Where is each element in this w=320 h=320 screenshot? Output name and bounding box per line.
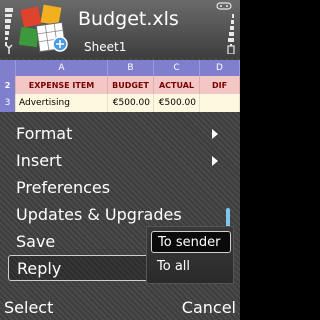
menu-item-label: Updates & Upgrades [16, 204, 182, 224]
table-cell[interactable]: EXPENSE ITEM [16, 76, 108, 94]
cancel-softkey[interactable]: Cancel [182, 298, 236, 317]
table-cell[interactable]: Advertising [16, 94, 108, 112]
menu-item-label: Preferences [16, 177, 111, 197]
column-header[interactable]: C [154, 60, 200, 76]
table-row: 2 EXPENSE ITEM BUDGET ACTUAL DIF [0, 76, 240, 94]
reply-submenu: To sender To all [146, 226, 234, 284]
title-bar: Budget.xls Sheet1 [0, 0, 240, 58]
column-header-row: A B C D [0, 60, 240, 76]
softkey-bar: Select Cancel [0, 296, 240, 320]
menu-item-label: Format [16, 123, 73, 143]
column-header[interactable]: D [200, 60, 240, 76]
battery-icon [227, 44, 235, 54]
signal-strength-icon [5, 8, 13, 47]
chevron-right-icon [212, 156, 218, 166]
battery-level-icon [226, 14, 234, 42]
submenu-item-to-sender[interactable]: To sender [151, 231, 231, 253]
table-cell[interactable]: BUDGET [108, 76, 154, 94]
table-cell[interactable] [200, 94, 240, 112]
menu-item-label: Reply [17, 258, 62, 278]
window-title: Budget.xls [78, 8, 179, 30]
menu-item-label: Insert [16, 150, 62, 170]
menu-item-insert[interactable]: Insert [8, 147, 228, 173]
menu-scrollbar[interactable] [226, 208, 230, 228]
submenu-item-to-all[interactable]: To all [151, 255, 231, 277]
menu-item-updates-upgrades[interactable]: Updates & Upgrades [8, 201, 228, 227]
table-cell[interactable]: ACTUAL [154, 76, 200, 94]
table-row: 3 Advertising €500.00 €500.00 [0, 94, 240, 112]
table-cell[interactable]: €500.00 [154, 94, 200, 112]
phone-screen: Budget.xls Sheet1 A B C D 2 EXPENSE ITEM… [0, 0, 240, 320]
table-cell[interactable]: DIF [200, 76, 240, 94]
column-header[interactable]: A [16, 60, 108, 76]
keypad-icon [216, 2, 232, 10]
menu-item-reply[interactable]: Reply [8, 255, 154, 281]
chevron-right-icon [212, 129, 218, 139]
column-header[interactable]: B [108, 60, 154, 76]
window-subtitle: Sheet1 [84, 40, 127, 54]
spreadsheet-grid[interactable]: A B C D 2 EXPENSE ITEM BUDGET ACTUAL DIF… [0, 60, 240, 112]
corner-cell [0, 60, 16, 76]
row-number[interactable]: 3 [0, 94, 16, 112]
table-cell[interactable]: €500.00 [108, 94, 154, 112]
row-number[interactable]: 2 [0, 76, 16, 94]
menu-item-preferences[interactable]: Preferences [8, 174, 228, 200]
select-softkey[interactable]: Select [4, 298, 53, 317]
menu-item-format[interactable]: Format [8, 120, 228, 146]
menu-item-label: Save [16, 231, 56, 251]
antenna-icon [5, 44, 13, 54]
spreadsheet-app-icon [18, 4, 68, 53]
